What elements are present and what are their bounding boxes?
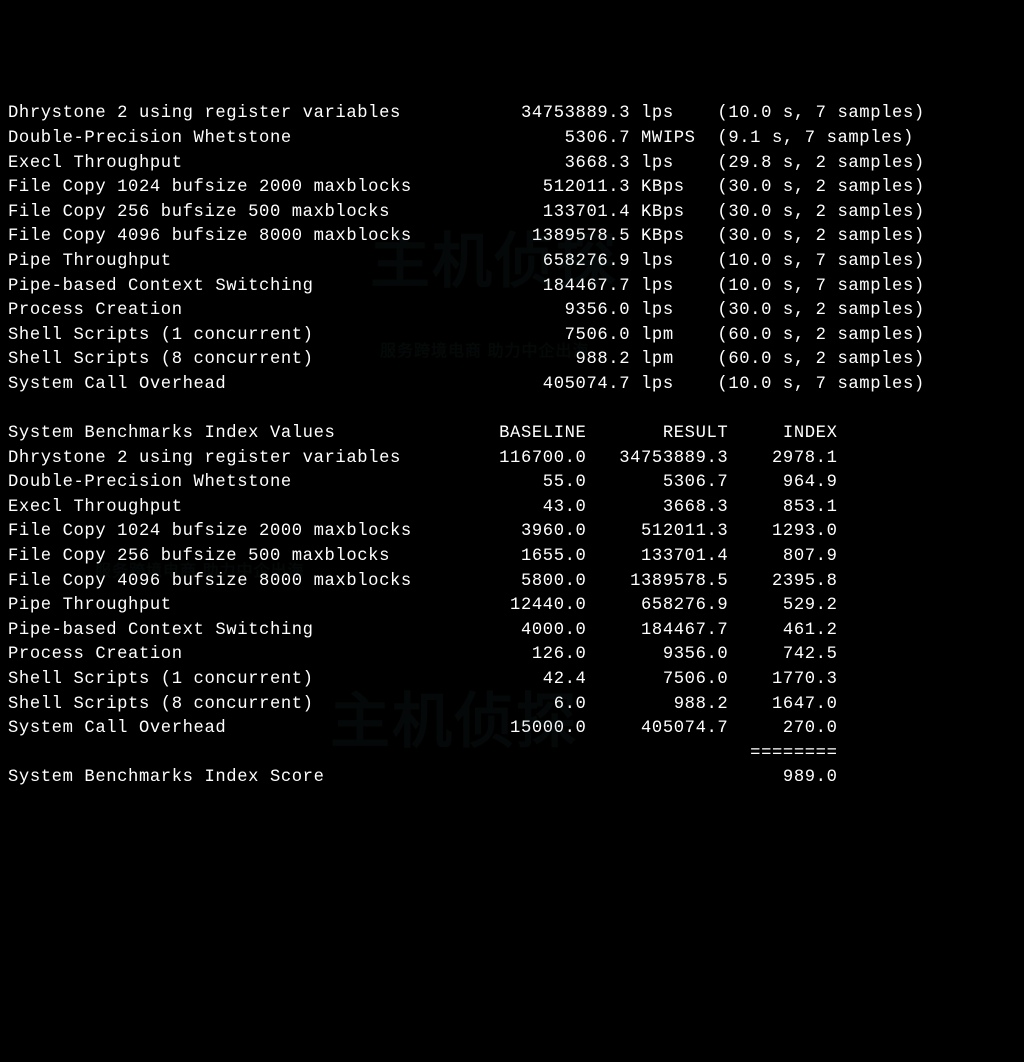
terminal-output: Dhrystone 2 using register variables 347… xyxy=(8,102,1016,791)
